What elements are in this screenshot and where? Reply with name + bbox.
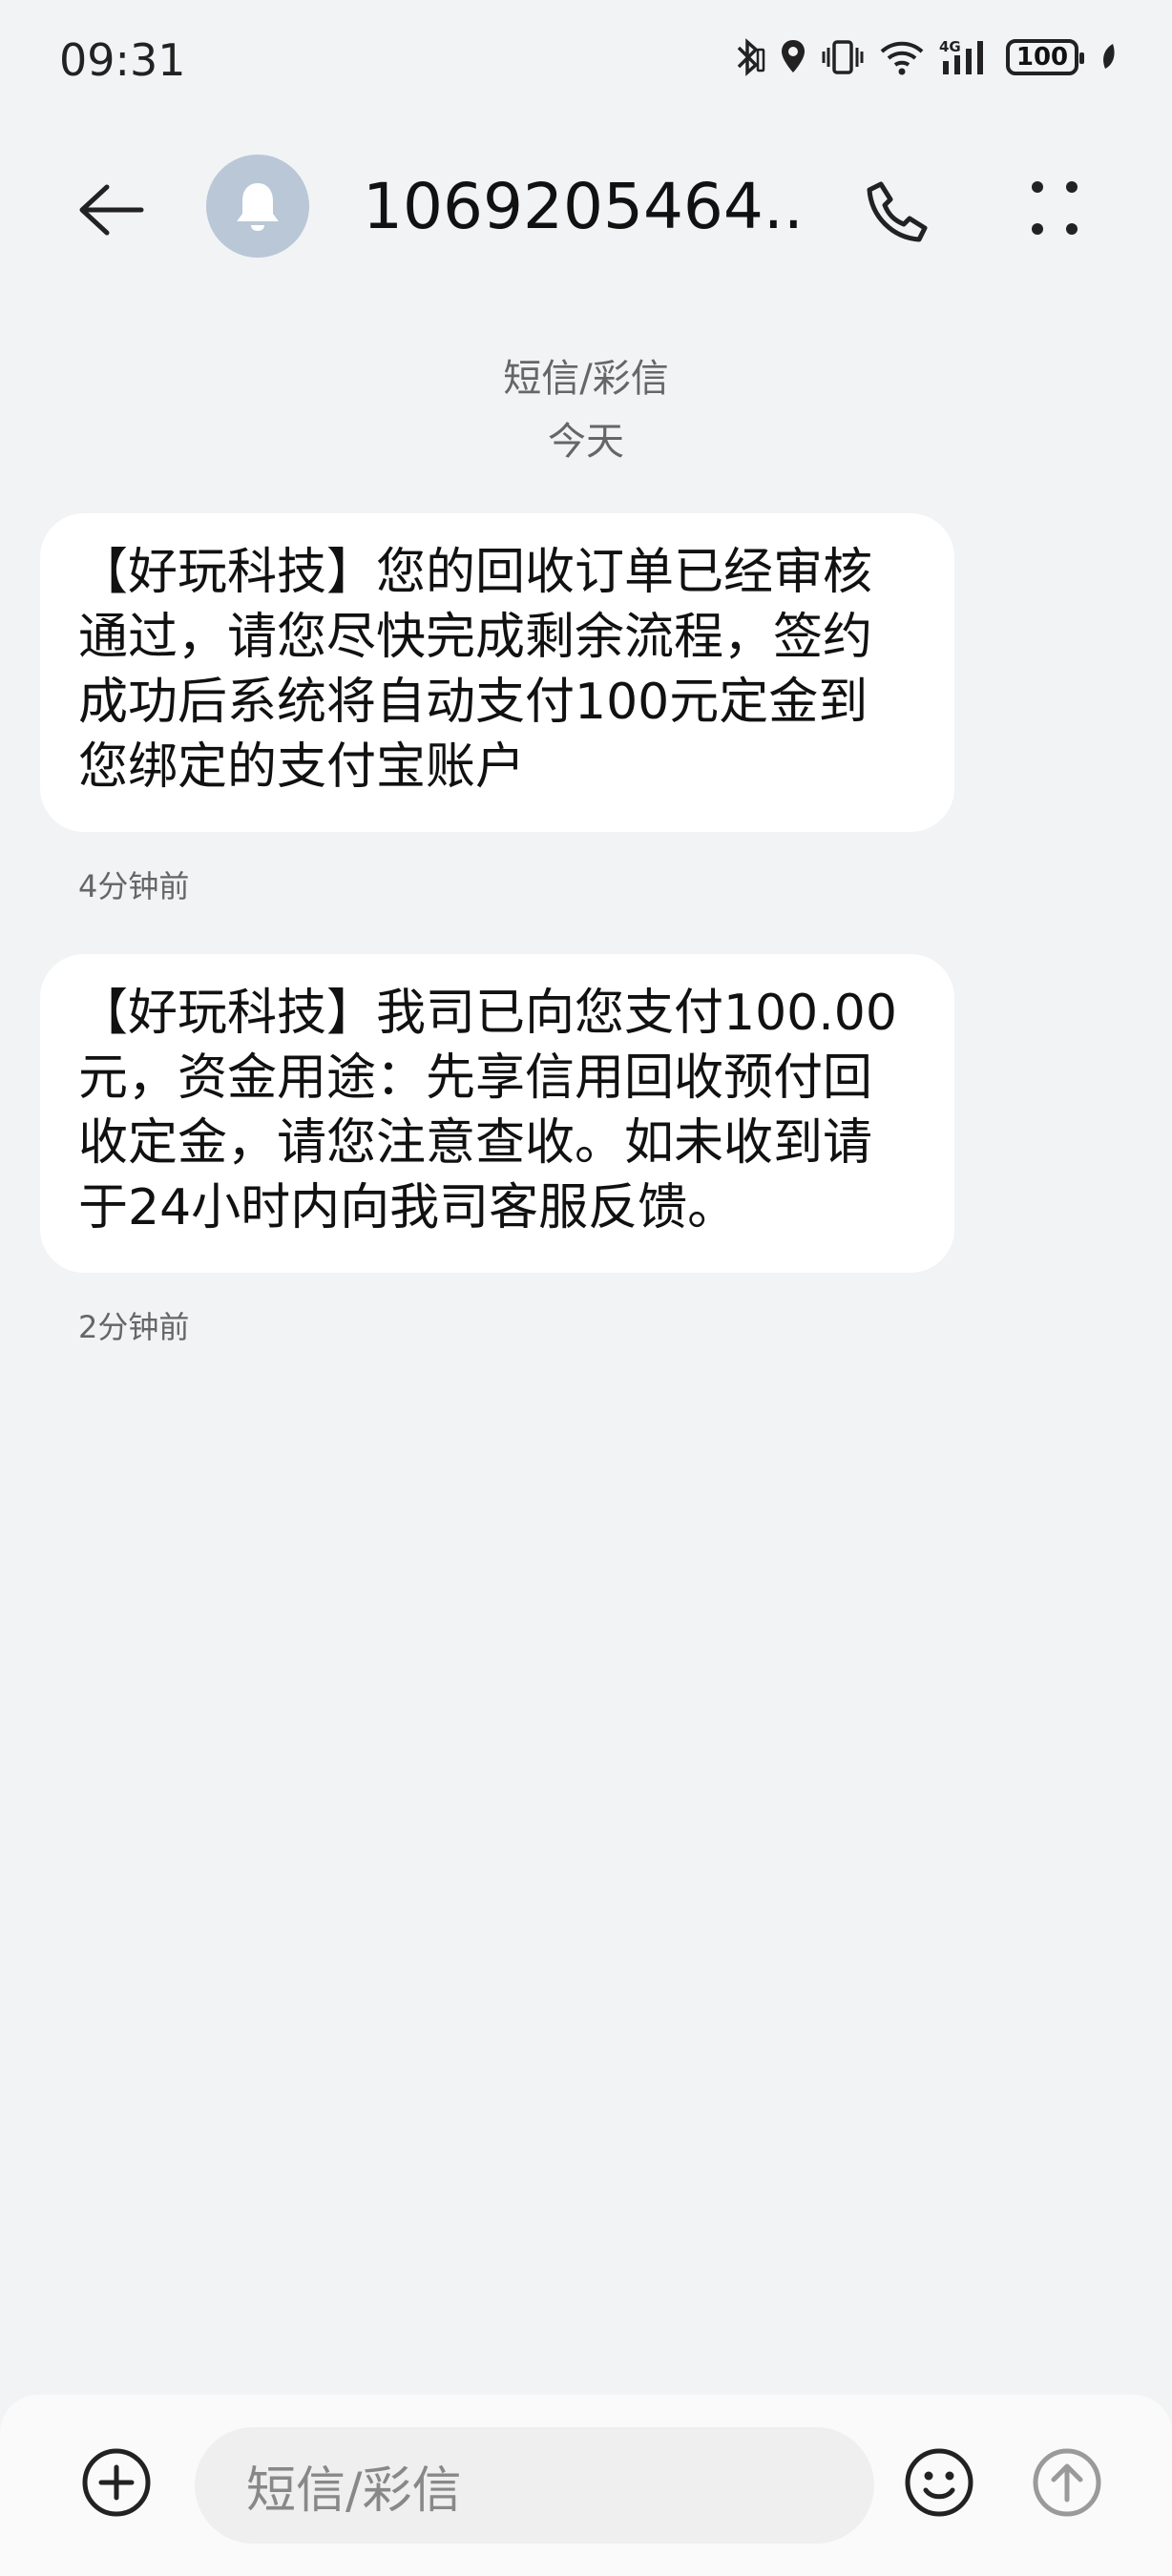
leaf-icon xyxy=(1099,36,1119,78)
contact-name[interactable]: 1069205464... xyxy=(363,170,802,243)
compose-bar: 短信/彩信 xyxy=(0,2395,1172,2576)
date-divider: 今天 xyxy=(548,420,624,464)
message-bubble[interactable]: 【好玩科技】您的回收订单已经审核通过，请您尽快完成剩余流程，签约成功后系统将自动… xyxy=(40,513,954,832)
message-timestamp: 2分钟前 xyxy=(78,1309,190,1345)
message-timestamp: 4分钟前 xyxy=(78,868,190,904)
message-text: 【好玩科技】您的回收订单已经审核通过，请您尽快完成剩余流程，签约成功后系统将自动… xyxy=(78,544,873,796)
svg-text:4G: 4G xyxy=(939,38,961,55)
emoji-button[interactable] xyxy=(901,2444,977,2521)
back-arrow-icon xyxy=(79,184,144,236)
message-text: 【好玩科技】我司已向您支付100.00元，资金用途：先享信用回收预付回收定金，请… xyxy=(78,985,897,1236)
conversation-header: 1069205464... xyxy=(0,143,1172,267)
location-icon xyxy=(779,36,807,78)
send-icon xyxy=(1033,2448,1101,2517)
message-input[interactable]: 短信/彩信 xyxy=(195,2427,874,2544)
message-input-placeholder: 短信/彩信 xyxy=(246,2462,462,2520)
message-type-label: 短信/彩信 xyxy=(503,357,669,401)
add-attachment-button[interactable] xyxy=(78,2444,155,2521)
status-bar: 09:31 4G 100 xyxy=(0,0,1172,114)
bell-icon xyxy=(237,183,279,231)
more-icon xyxy=(1032,181,1078,235)
battery-level: 100 xyxy=(1006,39,1084,75)
emoji-icon xyxy=(905,2448,973,2517)
call-button[interactable] xyxy=(859,174,935,250)
wifi-icon xyxy=(878,36,926,78)
more-button[interactable] xyxy=(1021,170,1088,246)
bluetooth-icon xyxy=(733,36,765,78)
vibrate-icon xyxy=(821,36,865,78)
battery-icon: 100 xyxy=(1006,36,1084,78)
status-icons: 4G 100 xyxy=(733,32,1119,82)
send-button[interactable] xyxy=(1029,2444,1105,2521)
status-time: 09:31 xyxy=(59,34,186,86)
back-button[interactable] xyxy=(74,172,160,248)
signal-icon: 4G xyxy=(939,36,993,78)
message-bubble[interactable]: 【好玩科技】我司已向您支付100.00元，资金用途：先享信用回收预付回收定金，请… xyxy=(40,954,954,1273)
avatar[interactable] xyxy=(206,155,309,258)
phone-icon xyxy=(867,181,928,242)
add-icon xyxy=(82,2448,151,2517)
